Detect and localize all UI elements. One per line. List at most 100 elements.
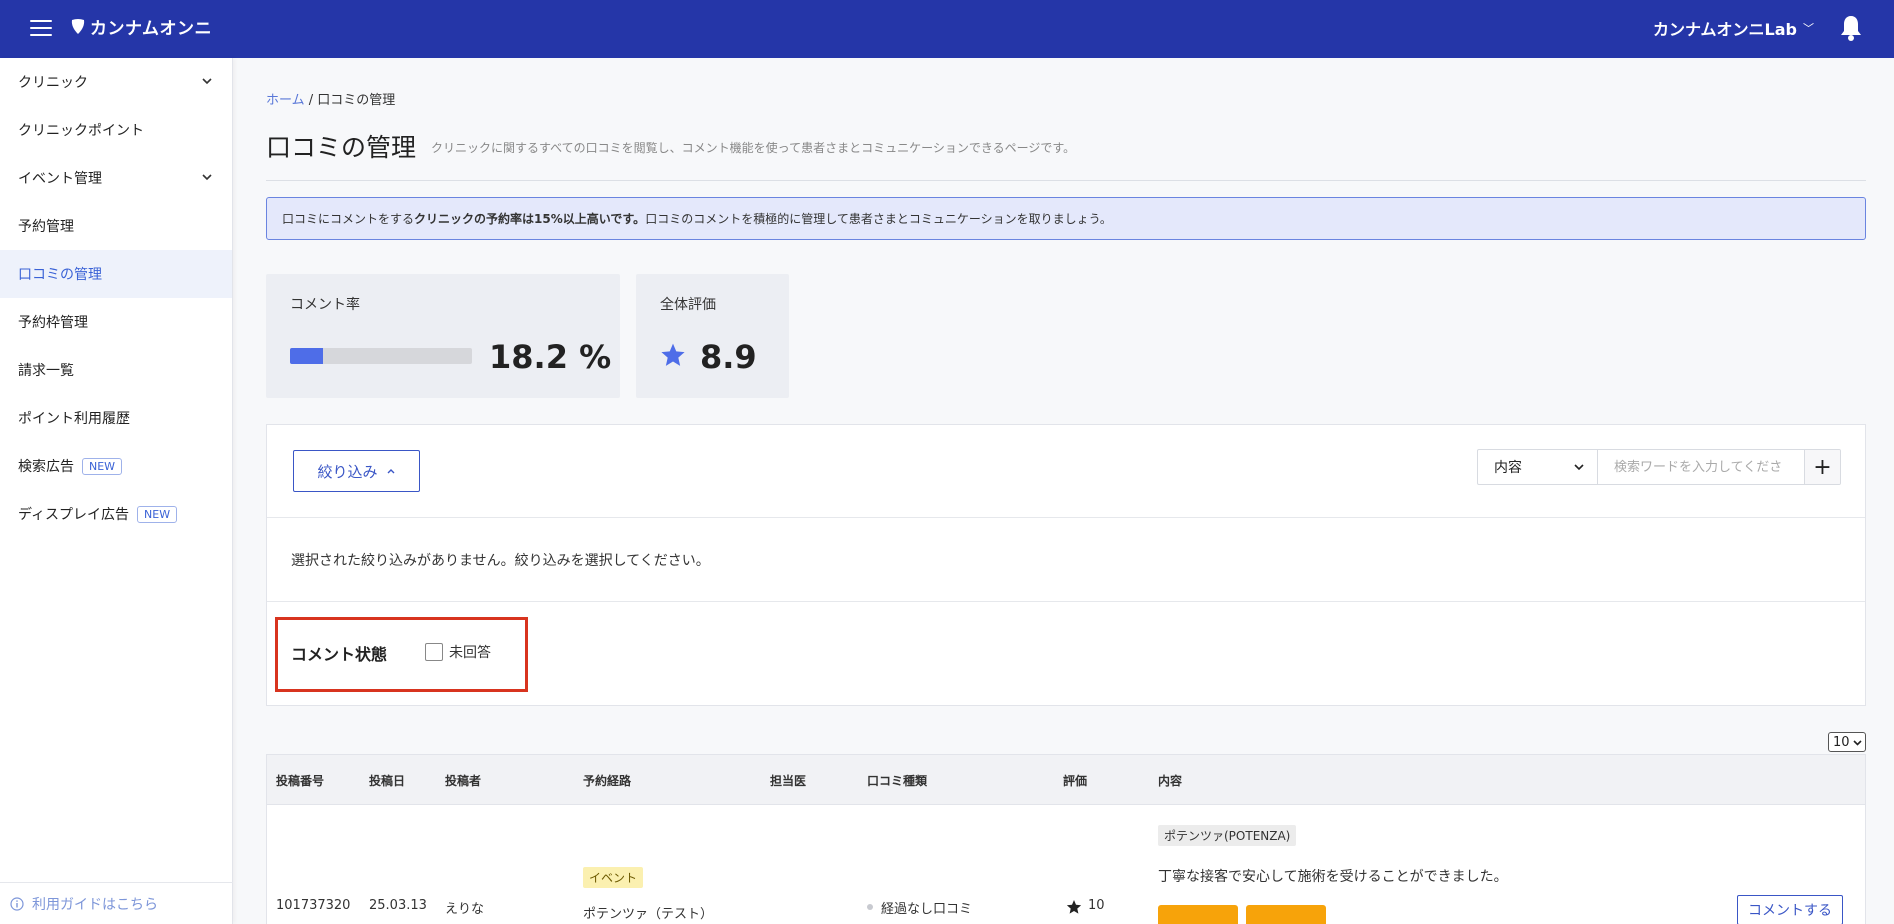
route-tag: イベント [583,867,644,888]
sidebar-item-display-ads[interactable]: ディスプレイ広告 NEW [0,490,232,538]
column-header: 口コミ種類 [867,774,928,788]
comment-rate-card: コメント率 18.2 % [266,274,620,398]
logo-heart-icon [71,18,85,34]
column-header: 予約経路 [583,774,632,788]
column-header: 投稿番号 [276,774,325,788]
page-title: 口コミの管理 [266,133,417,162]
sidebar-item-label: 予約枠管理 [18,315,88,331]
sidebar-item-clinic[interactable]: クリニック [0,58,232,106]
column-header: 担当医 [770,774,807,788]
overall-rating-card: 全体評価 8.9 [636,274,789,398]
unanswered-checkbox[interactable]: 未回答 [425,642,491,662]
info-notice: 口コミにコメントをする クリニックの予約率は15%以上高いです。 口コミのコメントを… [266,197,1866,240]
chevron-down-icon [1574,464,1584,471]
notice-bold: クリニックの予約率は15%以上高いです。 [414,212,646,226]
filter-empty-message: 選択された絞り込みがありません。絞り込みを選択してください。 [291,553,710,569]
sidebar-item-events[interactable]: イベント管理 [0,154,232,202]
search-select-value: 内容 [1494,460,1522,476]
comment-state-label: コメント状態 [291,645,388,664]
add-search-button[interactable]: + [1804,450,1840,484]
rating-value: 10 [1088,898,1105,913]
route-name: ポテンツァ（テスト） [583,907,714,922]
sidebar-item-point-history[interactable]: ポイント利用履歴 [0,394,232,442]
filter-divider [267,601,1865,602]
review-photo-thumbnail[interactable] [1246,905,1326,924]
sidebar-item-billing[interactable]: 請求一覧 [0,346,232,394]
review-photo-thumbnail[interactable] [1158,905,1238,924]
account-name: カンナムオンニLab [1653,20,1797,39]
chevron-down-icon [202,174,212,181]
sidebar: クリニック クリニックポイント イベント管理 予約管理 口コミの管理 予約枠管理… [0,58,233,924]
checkbox-box[interactable] [425,643,443,661]
account-menu[interactable]: カンナムオンニLab ﹀ [1653,16,1814,40]
filter-panel: 絞り込み 内容 + 選択された絞り込みがありません。絞り込みを選択してください。… [266,424,1866,706]
info-icon [10,896,24,911]
chevron-up-icon [387,469,394,474]
sidebar-item-label: 口コミの管理 [18,267,102,283]
filter-toggle-button[interactable]: 絞り込み [293,450,420,492]
column-header: 投稿日 [369,774,406,788]
sidebar-item-label: 請求一覧 [18,363,74,379]
breadcrumb-home-link[interactable]: ホーム [266,93,305,108]
sidebar-item-reviews[interactable]: 口コミの管理 [0,250,232,298]
sidebar-item-reservations[interactable]: 予約管理 [0,202,232,250]
table-header: 投稿番号 投稿日 投稿者 予約経路 担当医 口コミ種類 評価 内容 [267,755,1865,805]
breadcrumb-current: 口コミの管理 [317,93,396,108]
post-author: えりな [445,902,485,917]
notice-prefix: 口コミにコメントをする [282,212,415,226]
sidebar-item-label: 検索広告 [18,459,74,475]
search-input[interactable] [1598,450,1804,484]
main-content: ホーム / 口コミの管理 口コミの管理 クリニックに関するすべての口コミを閲覧し… [266,58,1866,924]
sidebar-item-label: ポイント利用履歴 [18,411,130,427]
unanswered-label: 未回答 [449,645,491,661]
logo[interactable]: カンナムオンニ [70,14,212,39]
column-header: 内容 [1158,774,1183,788]
sidebar-item-label: 予約管理 [18,219,74,235]
column-header: 評価 [1063,774,1088,788]
reviews-table: 投稿番号 投稿日 投稿者 予約経路 担当医 口コミ種類 評価 内容 101737… [266,754,1866,924]
search-field-select[interactable]: 内容 [1478,450,1598,484]
search-group: 内容 + [1477,449,1841,485]
notice-suffix: 口コミのコメントを積極的に管理して患者さまとコミュニケーションを取りましょう。 [645,212,1112,226]
title-divider [266,180,1866,181]
comment-button[interactable]: コメントする [1737,895,1843,924]
page-size-value: 10 [1833,734,1850,750]
sidebar-item-label: イベント管理 [18,171,102,187]
chevron-down-icon [1853,739,1862,746]
overall-rating-label: 全体評価 [660,297,716,313]
sidebar-item-label: クリニック [18,75,88,91]
post-number: 101737320 [276,898,351,913]
treatment-tag: ポテンツァ(POTENZA) [1158,825,1297,846]
sidebar-item-clinic-points[interactable]: クリニックポイント [0,106,232,154]
page-size-select[interactable]: 10 [1828,732,1866,752]
filter-button-label: 絞り込み [317,462,378,481]
column-header: 投稿者 [445,774,482,788]
comment-rate-label: コメント率 [290,297,360,313]
menu-icon[interactable] [30,17,52,39]
chevron-down-icon [202,78,212,85]
filter-divider [267,517,1865,518]
sidebar-item-label: クリニックポイント [18,123,144,139]
plus-icon: + [1813,454,1832,480]
new-badge: NEW [82,457,123,475]
comment-rate-value: 18.2 % [489,338,612,376]
overall-rating-value: 8.9 [700,338,757,376]
guide-link[interactable]: 利用ガイドはこちら [0,882,233,924]
chevron-down-icon: ﹀ [1803,22,1814,35]
bullet-dot [867,904,873,910]
progress-fill [290,348,324,364]
star-icon [1066,900,1082,914]
breadcrumb-separator: / [308,93,314,108]
review-type: 経過なし口コミ [881,902,973,917]
top-bar: カンナムオンニ カンナムオンニLab ﹀ [0,0,1894,58]
new-badge: NEW [137,505,178,523]
bell-icon[interactable] [1838,14,1864,42]
post-date: 25.03.13 [369,898,427,913]
guide-link-label: 利用ガイドはこちら [32,896,158,913]
sidebar-item-search-ads[interactable]: 検索広告 NEW [0,442,232,490]
sidebar-item-label: ディスプレイ広告 [18,507,130,523]
breadcrumb: ホーム / 口コミの管理 [266,89,395,108]
sidebar-item-reservation-slots[interactable]: 予約枠管理 [0,298,232,346]
review-content: 丁寧な接客で安心して施術を受けることができました。 [1158,869,1508,885]
comment-rate-progress [290,348,472,364]
